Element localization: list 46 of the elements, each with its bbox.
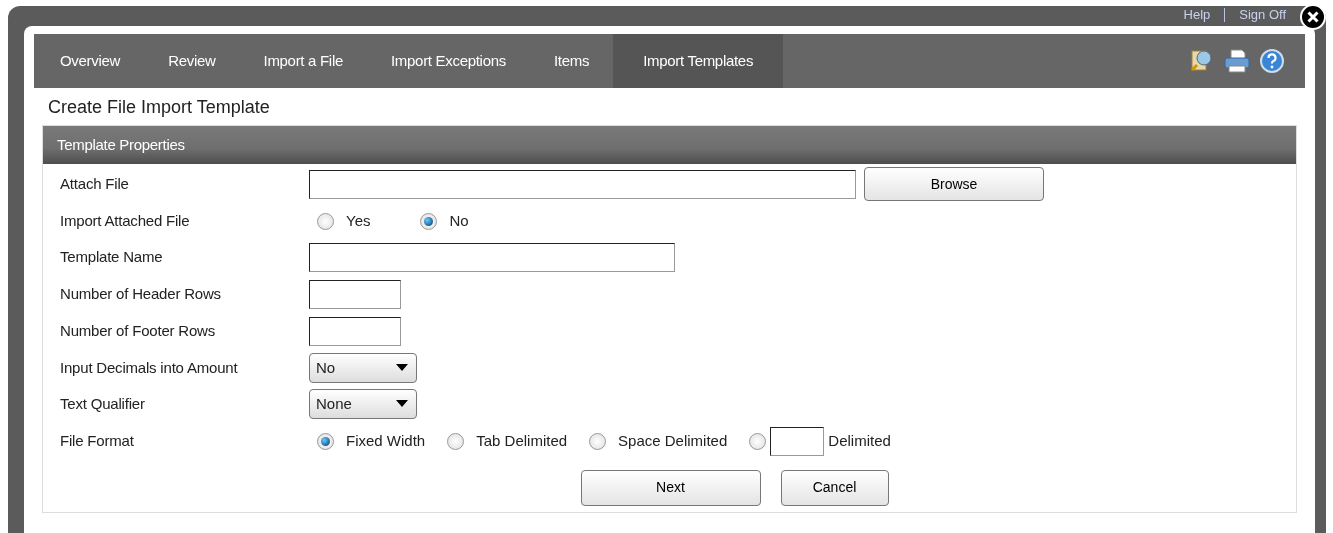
dropdown-arrow-icon [396,363,408,372]
header-link[interactable]: Help [1183,7,1211,23]
search-document-icon[interactable] [1189,48,1215,74]
field-label: Import Attached File [60,210,191,231]
next-button[interactable]: Next [580,469,761,506]
dropdown-arrow-icon [396,400,408,409]
number-field[interactable] [309,279,401,309]
printer-icon[interactable] [1223,48,1251,74]
cancel-button[interactable]: Cancel [780,469,889,506]
nav-tab[interactable]: Items [529,34,614,88]
radio-button[interactable] [317,432,334,450]
radio-button[interactable] [447,432,465,450]
radio-button[interactable] [589,432,607,450]
field-label: Input Decimals into Amount [60,357,239,378]
dropdown[interactable]: No [309,352,417,383]
radio-label: Space Delimited [618,430,728,451]
help-icon[interactable] [1259,48,1285,74]
radio-label: No [449,210,469,231]
field-label: Number of Footer Rows [60,320,217,341]
number-field[interactable] [309,316,401,346]
radio-label: Fixed Width [346,430,426,451]
header-link[interactable]: Sign Off [1239,7,1286,23]
file-path-field[interactable] [309,169,856,199]
browse-button[interactable]: Browse [864,167,1044,202]
page-title: Create File Import Template [47,96,271,119]
nav-tab[interactable]: Import Exceptions [367,34,530,88]
delimiter-field[interactable] [770,426,825,456]
field-label: Attach File [60,174,130,195]
radio-label: Tab Delimited [476,430,568,451]
radio-button[interactable] [317,212,334,230]
radio-button[interactable] [420,212,438,230]
section-header: Template Properties [43,126,1296,164]
close-icon[interactable] [1300,4,1326,30]
dropdown[interactable]: None [309,389,417,420]
field-label: Template Name [60,247,164,268]
nav-tab[interactable]: Import a File [239,34,367,88]
field-label: Text Qualifier [60,394,146,415]
field-label: Number of Header Rows [60,284,222,305]
field-label: File Format [60,430,135,451]
radio-label: Yes [346,210,371,231]
radio-button[interactable] [749,432,767,450]
radio-label: Delimited [828,430,891,451]
text-field[interactable] [309,243,675,273]
nav-tab[interactable]: Import Templates [613,34,784,88]
nav-tab[interactable]: Review [144,34,240,88]
nav-tab[interactable]: Overview [36,34,145,88]
